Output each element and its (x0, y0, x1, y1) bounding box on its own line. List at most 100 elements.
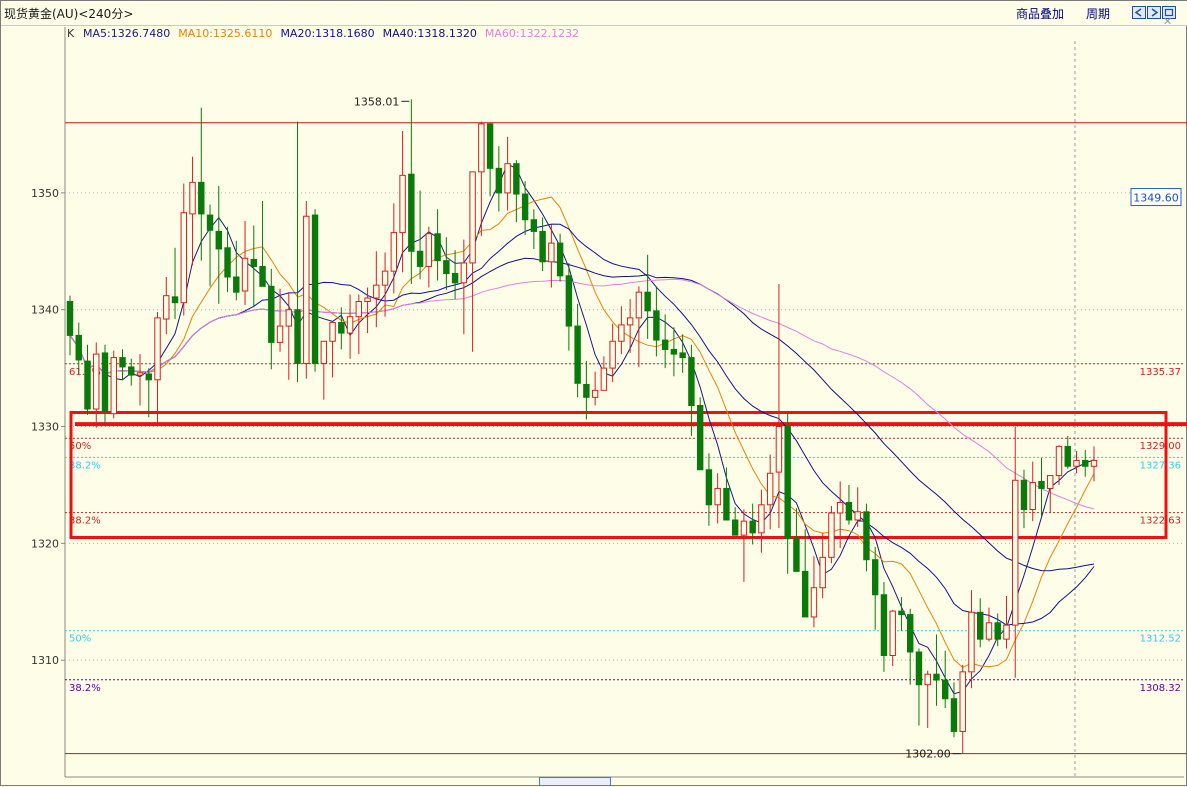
candle (740, 509, 748, 582)
chart-window: 现货黄金(AU)<240分> 商品叠加 周期 ✕ 1310 1320 1330 134… (0, 0, 1187, 786)
candle (495, 146, 503, 212)
ma-legend: K MA5:1326.7480 MA10:1325.6110 MA20:1318.16… (67, 27, 579, 40)
candle-body (250, 258, 258, 267)
candle-body (355, 301, 363, 318)
candle-body (110, 357, 117, 415)
candle-body (75, 334, 82, 361)
candle-body (416, 250, 424, 267)
candle-body (653, 310, 660, 341)
fib-value-label: 1329.00 (1140, 441, 1181, 452)
candle-body (644, 291, 651, 312)
candle (644, 254, 651, 339)
candle-body (548, 242, 555, 263)
legend-item: MA20:1318.1680 (280, 27, 374, 40)
candle (828, 505, 835, 564)
fib-value-label: 1308.32 (1140, 683, 1181, 694)
candle-body (1090, 459, 1098, 467)
candle (696, 397, 704, 471)
candle (390, 203, 398, 294)
candle-body (688, 357, 695, 406)
candle (434, 209, 441, 281)
low-price-label: 1302.00 (905, 748, 951, 761)
candle-body (408, 173, 415, 252)
candle (128, 358, 135, 386)
candle (504, 136, 511, 211)
candle (163, 276, 170, 335)
candle-body (303, 215, 310, 364)
candle-body (1020, 479, 1028, 510)
highlight-zone (69, 411, 1168, 540)
candle-body (915, 651, 923, 686)
candle-body (933, 673, 940, 681)
fib-pct-label: 50% (69, 634, 91, 645)
candle-body (241, 257, 249, 292)
current-price-label: 1349.60 (1133, 192, 1179, 205)
candle-body (268, 285, 275, 343)
candle (268, 268, 275, 370)
candle-body (171, 296, 179, 304)
candle-body (443, 260, 450, 274)
candle-body (206, 214, 214, 231)
current-price-marker: 1349.60 (1130, 188, 1182, 207)
candle-body (390, 232, 398, 272)
candle-body (434, 233, 441, 262)
candle-body (346, 316, 354, 334)
candle-body (276, 325, 284, 343)
candle (486, 122, 494, 197)
candle (443, 237, 450, 290)
candle (889, 609, 896, 667)
candle-body (565, 275, 573, 327)
candle (933, 634, 940, 706)
y-tick-label: 1340 (31, 304, 59, 317)
candle (819, 532, 826, 599)
candle-body (784, 426, 791, 540)
candle-body (180, 212, 187, 304)
candle-body (373, 284, 380, 299)
candle-body (635, 291, 643, 319)
scrollbar-thumb[interactable] (539, 777, 611, 786)
candle-body (521, 193, 529, 221)
candle-body (101, 352, 109, 412)
candle (906, 608, 914, 685)
candle-body (189, 181, 196, 215)
candle-body (93, 353, 100, 410)
candle (793, 508, 800, 572)
candle-body (338, 322, 345, 334)
candle-body (294, 309, 301, 364)
candle (731, 507, 739, 536)
legend-item: MA60:1322.1232 (485, 27, 579, 40)
candle-body (977, 611, 984, 640)
legend-item: MA5:1326.7480 (83, 27, 170, 40)
candle-body (670, 348, 678, 355)
candle-body (758, 504, 765, 534)
candle-body (1038, 480, 1045, 489)
candle-body (154, 317, 161, 381)
fib-pct-label: 38.2% (69, 460, 101, 471)
candle-body (583, 383, 590, 398)
fib-pct-label: 38.2% (69, 516, 101, 527)
candle-body (136, 372, 144, 376)
candle (705, 453, 713, 526)
candle-body (845, 501, 853, 521)
candle-body (539, 230, 546, 263)
candle-body (198, 181, 205, 215)
candle-body (425, 233, 433, 267)
candle (670, 327, 678, 377)
candle (241, 220, 249, 306)
candle-body (1073, 459, 1080, 467)
candle-body (1064, 445, 1071, 467)
candle (1012, 426, 1019, 678)
candle (66, 295, 74, 356)
fib-value-label: 1327.36 (1140, 460, 1181, 471)
candlestick-chart[interactable]: 1310132013301340135061.8%1335.3750%1329.… (1, 1, 1187, 787)
y-tick-label: 1330 (31, 421, 59, 434)
candle-body (66, 301, 74, 336)
candle-body (924, 673, 931, 686)
y-tick-label: 1320 (31, 537, 59, 550)
candle-body (609, 340, 616, 369)
candle-body (504, 163, 511, 194)
candle-body (145, 373, 152, 381)
candle-body (399, 174, 406, 234)
candle-body (1029, 482, 1036, 510)
candle (233, 240, 240, 301)
